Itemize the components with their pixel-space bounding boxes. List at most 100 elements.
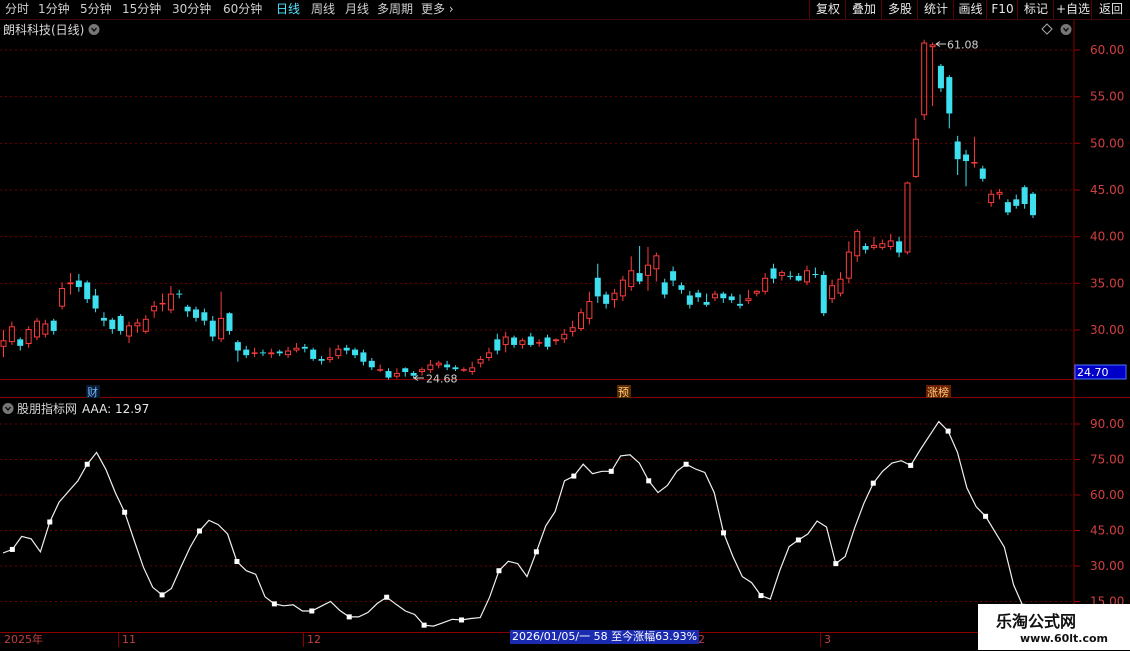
candle bbox=[971, 136, 978, 168]
candle bbox=[193, 306, 200, 322]
candle bbox=[644, 246, 651, 291]
candle bbox=[887, 233, 894, 250]
overlay-button[interactable]: 叠加 bbox=[845, 0, 882, 19]
settings-dropdown-icon[interactable] bbox=[1060, 24, 1072, 35]
candle bbox=[578, 308, 585, 331]
multi-stock-button[interactable]: 多股 bbox=[881, 0, 918, 19]
candle bbox=[686, 290, 693, 309]
candle bbox=[393, 368, 400, 379]
candle bbox=[209, 316, 216, 342]
candle bbox=[502, 331, 509, 353]
indicator-point bbox=[908, 462, 914, 468]
indicator-point bbox=[608, 468, 614, 474]
date-label-dec: 12 bbox=[307, 633, 321, 646]
back-button[interactable]: 返回 bbox=[1091, 0, 1130, 19]
candle bbox=[326, 347, 333, 363]
candle bbox=[1004, 199, 1011, 216]
candle bbox=[1013, 194, 1020, 209]
indicator-chart[interactable]: 90.0075.0060.0045.0030.0015.00 股朋指标网 AAA… bbox=[0, 398, 1130, 632]
indicator-point bbox=[983, 513, 989, 519]
indicator-axis: 90.0075.0060.0045.0030.0015.00 bbox=[1074, 417, 1124, 609]
indicator-tick: 60.00 bbox=[1090, 488, 1124, 502]
candle bbox=[728, 293, 735, 303]
price-tick: 60.00 bbox=[1090, 43, 1124, 57]
candle bbox=[820, 271, 827, 316]
draw-line-button[interactable]: 画线 bbox=[953, 0, 987, 19]
indicator-grid bbox=[0, 423, 1074, 602]
price-axis: 60.00 55.00 50.00 45.00 40.00 35.00 30.00 bbox=[1074, 43, 1124, 337]
marker-top-gainer[interactable]: 涨榜 bbox=[926, 385, 951, 398]
candle bbox=[460, 367, 467, 372]
candle bbox=[151, 301, 158, 318]
indicator-point bbox=[122, 509, 128, 515]
candle bbox=[678, 282, 685, 294]
candle bbox=[661, 278, 668, 299]
watermark-url: www.60lt.com bbox=[1020, 632, 1109, 645]
candle bbox=[17, 337, 24, 351]
candle bbox=[176, 289, 183, 299]
price-tick: 50.00 bbox=[1090, 136, 1124, 150]
tab-15min[interactable]: 15分钟 bbox=[122, 1, 161, 18]
date-label-mar: 3 bbox=[824, 633, 831, 646]
indicator-point bbox=[159, 592, 165, 598]
candle bbox=[310, 347, 317, 361]
add-watchlist-button[interactable]: +自选 bbox=[1053, 0, 1092, 19]
indicator-point bbox=[346, 614, 352, 620]
candle bbox=[469, 361, 476, 375]
tab-more[interactable]: 更多 bbox=[421, 1, 454, 18]
svg-text:61.08: 61.08 bbox=[947, 39, 979, 52]
candle bbox=[1030, 191, 1036, 218]
candle bbox=[996, 189, 1003, 200]
candle bbox=[268, 348, 275, 358]
indicator-point bbox=[421, 622, 427, 628]
candle bbox=[109, 317, 116, 334]
candle bbox=[234, 340, 241, 362]
candle bbox=[695, 289, 702, 302]
tab-weekly[interactable]: 周线 bbox=[311, 1, 335, 18]
candle bbox=[720, 291, 727, 303]
tab-monthly[interactable]: 月线 bbox=[345, 1, 369, 18]
tab-5min[interactable]: 5分钟 bbox=[80, 1, 112, 18]
candle bbox=[25, 326, 32, 348]
tab-fenshi[interactable]: 分时 bbox=[5, 1, 29, 18]
indicator-point bbox=[646, 478, 652, 484]
candle bbox=[896, 236, 903, 258]
marker-finance[interactable]: 财 bbox=[86, 385, 100, 398]
candle bbox=[477, 356, 484, 368]
fuquan-button[interactable]: 复权 bbox=[809, 0, 846, 19]
candle bbox=[837, 272, 844, 297]
candle bbox=[862, 243, 869, 254]
candle bbox=[67, 273, 74, 295]
mark-button[interactable]: 标记 bbox=[1017, 0, 1054, 19]
candle bbox=[452, 365, 459, 372]
diamond-icon[interactable] bbox=[1041, 23, 1053, 35]
svg-text:预: 预 bbox=[618, 386, 629, 398]
candle bbox=[737, 294, 744, 309]
indicator-point bbox=[384, 594, 390, 600]
date-label-year: 2025年 bbox=[4, 633, 43, 646]
candle bbox=[904, 181, 911, 255]
indicator-dropdown-icon[interactable] bbox=[2, 403, 14, 414]
tab-1min[interactable]: 1分钟 bbox=[38, 1, 70, 18]
candle bbox=[276, 349, 283, 357]
tab-daily[interactable]: 日线 bbox=[276, 1, 300, 18]
marker-forecast[interactable]: 预 bbox=[617, 385, 631, 398]
tab-60min[interactable]: 60分钟 bbox=[223, 1, 262, 18]
tab-30min[interactable]: 30分钟 bbox=[172, 1, 211, 18]
candle bbox=[586, 291, 593, 325]
candle bbox=[703, 293, 710, 307]
tab-multi-period[interactable]: 多周期 bbox=[377, 1, 413, 18]
price-chart[interactable]: 60.00 55.00 50.00 45.00 40.00 35.00 30.00 朗科科技… bbox=[0, 20, 1130, 398]
candle bbox=[259, 349, 266, 357]
f10-button[interactable]: F10 bbox=[986, 0, 1018, 19]
candle bbox=[243, 345, 250, 358]
candle bbox=[804, 265, 811, 286]
candle bbox=[435, 360, 442, 369]
svg-text:财: 财 bbox=[87, 385, 98, 398]
statistics-button[interactable]: 统计 bbox=[917, 0, 954, 19]
candles bbox=[0, 39, 1036, 380]
candle bbox=[418, 367, 425, 376]
candle bbox=[100, 312, 107, 327]
indicator-value: AAA: 12.97 bbox=[82, 402, 149, 416]
title-dropdown-icon[interactable] bbox=[88, 24, 100, 35]
